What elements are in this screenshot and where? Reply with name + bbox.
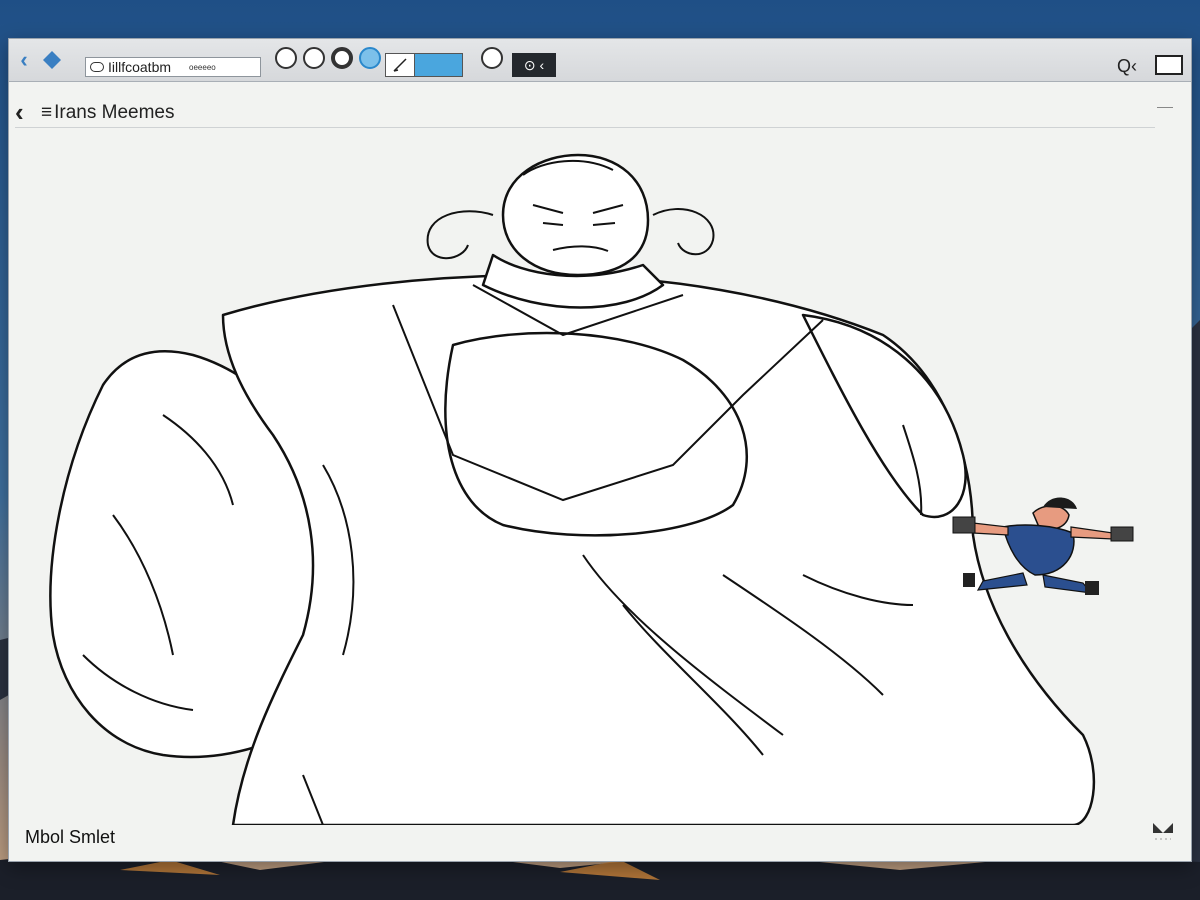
address-text: Iillfcoatbm [108, 59, 172, 75]
divider [1157, 107, 1173, 108]
settings-dial-icon[interactable] [481, 47, 503, 69]
color-dot-icon[interactable] [359, 47, 381, 69]
address-pill-icon [90, 62, 104, 72]
page-header: ‹ Irans Meemes [15, 97, 1155, 128]
diamond-icon[interactable] [41, 47, 63, 73]
page-back-icon[interactable]: ‹ [15, 97, 24, 127]
back-arrow-icon[interactable]: ‹ [13, 47, 35, 73]
pen-tool-button[interactable] [385, 53, 463, 77]
address-bar[interactable]: Iillfcoatbm oeeeeo [85, 57, 261, 77]
illustration [49, 153, 1134, 825]
page-title: Irans Meemes [41, 102, 174, 124]
dark-toggle-button[interactable]: ⊙ ‹ [512, 53, 556, 77]
toolbar: ‹ Iillfcoatbm oeeeeo ⊙ ‹ Q‹ [9, 39, 1191, 82]
search-icon[interactable]: Q‹ [1109, 53, 1145, 79]
footer-caption: Mbol Smlet [25, 827, 116, 847]
m-logo-icon [1153, 823, 1173, 840]
screen-icon[interactable] [1155, 55, 1183, 75]
app-window: ‹ Iillfcoatbm oeeeeo ⊙ ‹ Q‹ ‹ Irans Meem… [8, 38, 1192, 862]
circle-tool-icon[interactable] [275, 47, 297, 69]
ellipse-tool-icon[interactable] [303, 47, 325, 69]
pen-icon [386, 54, 415, 76]
address-subtext: oeeeeo [189, 62, 216, 72]
ring-tool-icon[interactable] [331, 47, 353, 69]
